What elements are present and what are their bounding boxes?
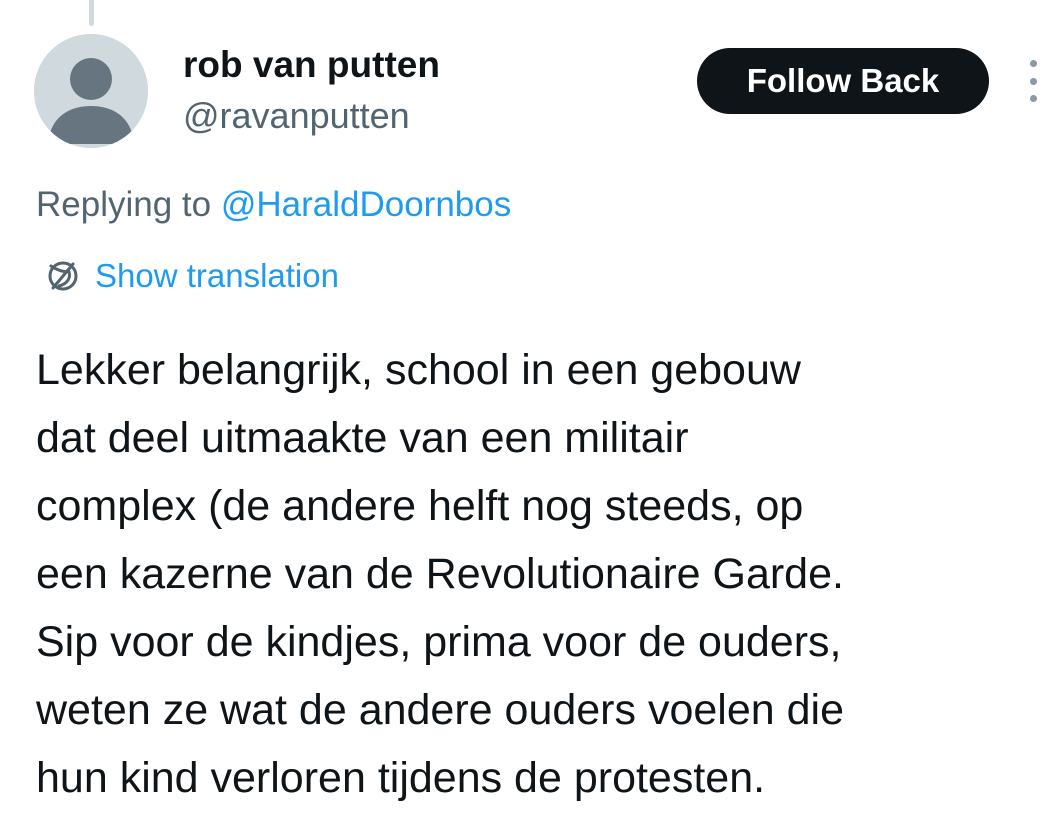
replying-to: Replying to @HaraldDoornbos [36, 183, 511, 227]
replying-to-prefix: Replying to [36, 185, 212, 224]
more-vertical-icon-dot [1029, 77, 1037, 85]
show-translation-link[interactable]: Show translation [45, 254, 339, 298]
show-translation-label: Show translation [95, 257, 339, 294]
more-options-button[interactable] [1018, 60, 1048, 102]
globe-translate-icon [48, 261, 78, 291]
tweet-text-line: Lekker belangrijk, school in een gebouw [36, 346, 801, 394]
avatar[interactable] [34, 34, 148, 148]
author-handle[interactable]: @ravanputten [183, 94, 410, 138]
more-vertical-icon [1029, 60, 1037, 67]
tweet-text-line: complex (de andere helft nog steeds, op [36, 482, 804, 530]
tweet-text-line: hun kind verloren tijdens de protesten. [36, 754, 766, 802]
follow-back-button[interactable]: Follow Back [697, 48, 989, 114]
thread-connector-line [89, 0, 94, 26]
author-display-name[interactable]: rob van putten [183, 42, 440, 88]
more-vertical-icon-dot [1029, 95, 1037, 102]
default-profile-icon [34, 34, 148, 148]
tweet-text-line: Sip voor de kindjes, prima voor de ouder… [36, 618, 842, 666]
tweet-text-line: weten ze wat de andere ouders voelen die [36, 686, 844, 734]
tweet-text-line: een kazerne van de Revolutionaire Garde. [36, 550, 844, 598]
tweet-text-line: dat deel uitmaakte van een militair [36, 414, 689, 462]
tweet-text: Lekker belangrijk, school in een gebouw … [36, 336, 1046, 812]
reply-mention-link[interactable]: @HaraldDoornbos [221, 185, 511, 224]
